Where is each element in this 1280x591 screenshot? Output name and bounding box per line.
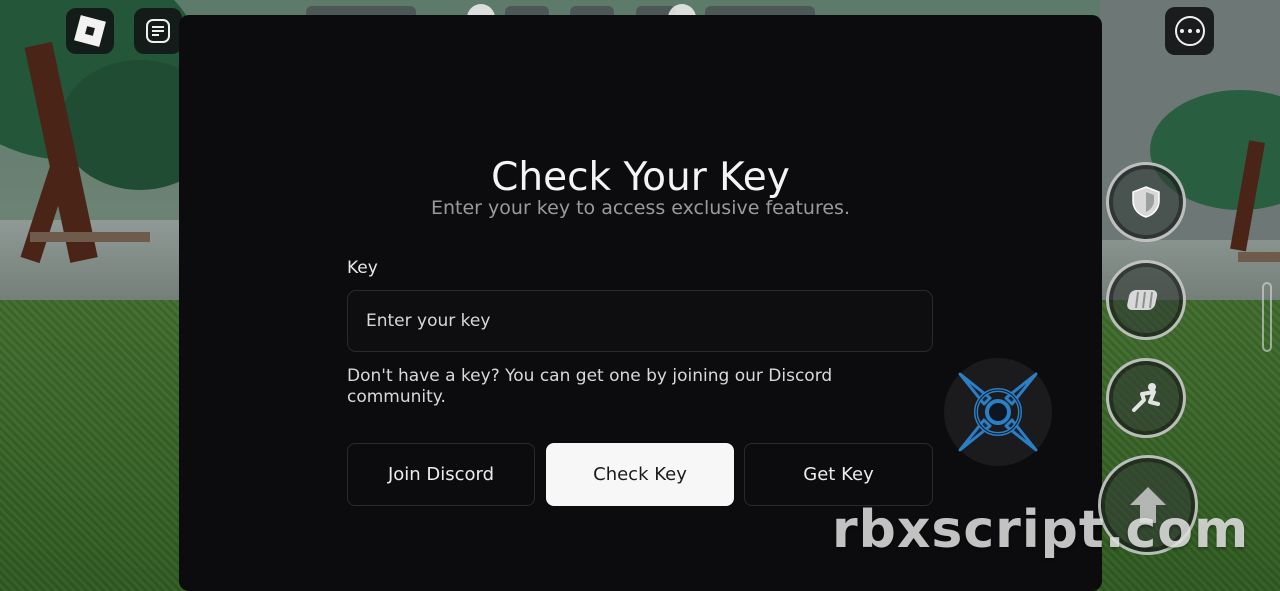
modal-title: Check Your Key (491, 155, 790, 200)
roblox-menu-button[interactable] (66, 8, 114, 54)
punch-action-button[interactable] (1106, 260, 1186, 340)
bench (1238, 252, 1280, 262)
sprint-icon (1132, 383, 1160, 412)
fist-icon (1127, 290, 1158, 310)
join-discord-button[interactable]: Join Discord (347, 443, 535, 506)
side-scrollbar[interactable] (1262, 282, 1272, 352)
key-input[interactable] (347, 290, 933, 352)
shuriken-icon (958, 372, 1038, 452)
more-menu-button[interactable] (1165, 7, 1214, 55)
bench (30, 232, 150, 242)
get-key-button[interactable]: Get Key (744, 443, 933, 506)
check-key-button[interactable]: Check Key (546, 443, 734, 506)
roblox-logo-icon (74, 15, 106, 47)
block-action-button[interactable] (1106, 162, 1186, 242)
dash-action-button[interactable] (1106, 358, 1186, 438)
modal-subtitle: Enter your key to access exclusive featu… (431, 197, 850, 219)
key-field-label: Key (347, 258, 378, 278)
shield-icon (1132, 186, 1160, 218)
script-hub-toggle[interactable] (944, 358, 1052, 466)
more-menu-icon (1174, 16, 1205, 46)
chat-button[interactable] (134, 8, 182, 54)
helper-text: Don't have a key? You can get one by joi… (347, 366, 833, 407)
chat-icon (146, 19, 170, 43)
watermark: rbxscript.com (832, 500, 1250, 560)
